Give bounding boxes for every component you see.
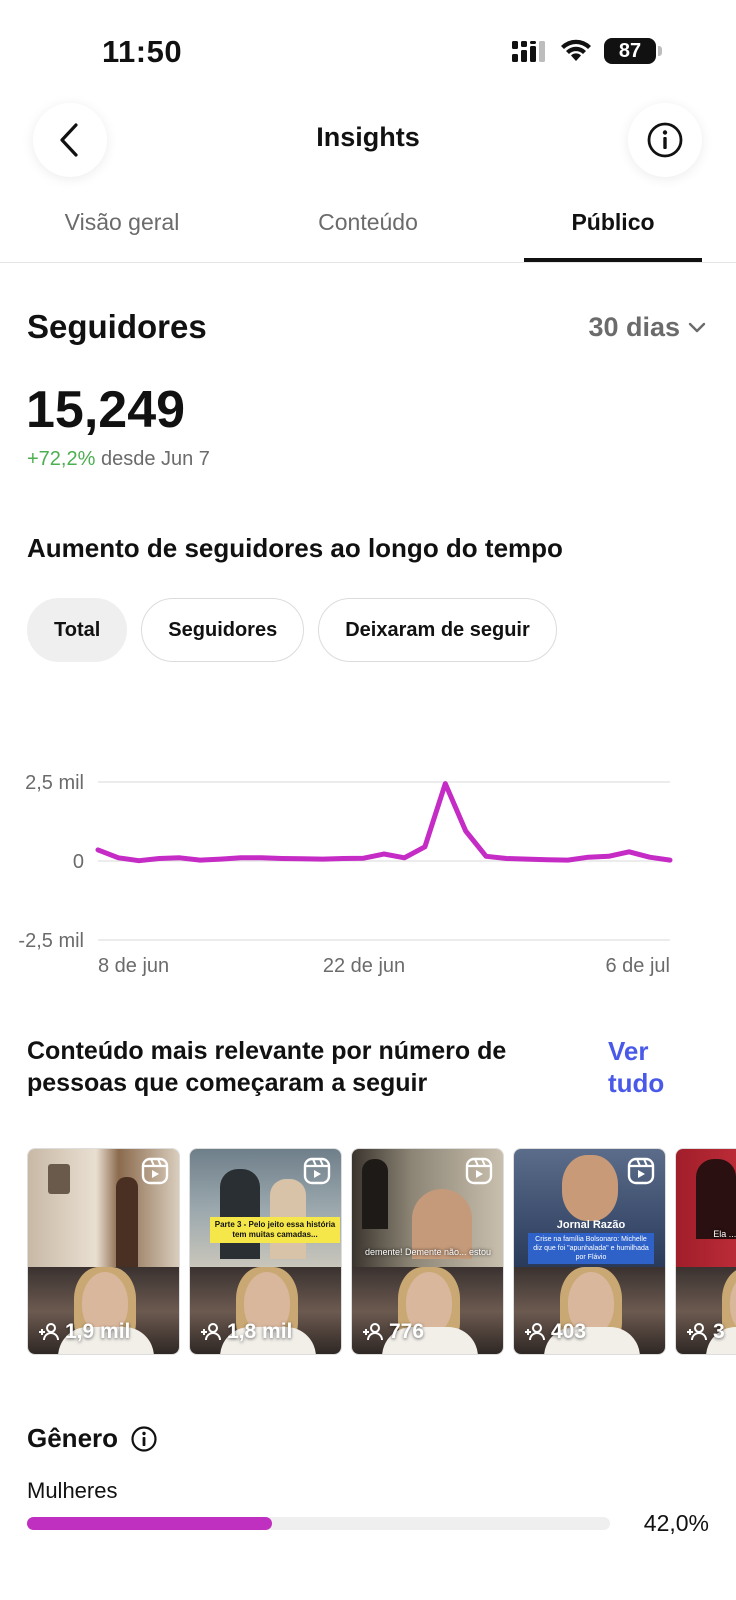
growth-percent: +72,2% [27, 448, 96, 470]
data-point [218, 857, 223, 862]
data-point [463, 828, 468, 833]
news-overlay: Jornal Razão Crise na família Bolsonaro:… [528, 1219, 654, 1264]
data-point [96, 847, 100, 852]
followers-growth-chart: 2,5 mil 0 -2,5 mil 8 de jun 22 de jun 6 de ju… [18, 772, 673, 977]
new-followers-count: 776 [362, 1320, 424, 1344]
gender-women-bar-fill [27, 1517, 272, 1530]
info-icon [647, 122, 683, 158]
data-point [341, 856, 346, 861]
tab-active-indicator [524, 258, 702, 262]
status-time: 11:50 [102, 34, 183, 69]
data-point [279, 856, 284, 861]
data-point [361, 856, 366, 861]
info-icon[interactable] [130, 1425, 158, 1453]
thumbnail-caption: demente! Demente não... estou [364, 1247, 492, 1257]
content-thumbnail[interactable]: Parte 3 - Pelo jeito essa história tem m… [189, 1148, 342, 1355]
content-carousel[interactable]: 1,9 mil Parte 3 - Pelo jeito essa histór… [27, 1148, 736, 1358]
data-point [525, 857, 529, 862]
see-all-link[interactable]: Ver tudo [608, 1035, 708, 1099]
add-person-icon [363, 1323, 383, 1341]
data-point [239, 855, 243, 860]
content-thumbnail[interactable]: 1,9 mil [27, 1148, 180, 1355]
tab-content[interactable]: Conteúdo [278, 209, 458, 236]
add-person-icon [201, 1323, 221, 1341]
chart-filter-chips: Total Seguidores Deixaram de seguir [27, 598, 557, 662]
y-tick-label: -2,5 mil [18, 930, 84, 952]
period-dropdown[interactable]: 30 dias [588, 312, 706, 343]
thumbnail-caption: Parte 3 - Pelo jeito essa história tem m… [210, 1217, 340, 1243]
filter-total[interactable]: Total [27, 598, 128, 662]
x-tick-label: 22 de jun [323, 955, 405, 977]
data-point [668, 858, 672, 863]
battery-indicator: 87 [604, 38, 662, 64]
data-point [136, 858, 141, 863]
page-title: Insights [316, 122, 420, 152]
data-point [586, 855, 591, 860]
chevron-down-icon [688, 322, 706, 332]
add-person-icon [39, 1323, 59, 1341]
filter-unfollowed[interactable]: Deixaram de seguir [318, 598, 557, 662]
wifi-icon [561, 39, 591, 61]
add-person-icon [687, 1323, 707, 1341]
data-point [647, 855, 652, 860]
gender-women-value: 42,0% [643, 1510, 709, 1536]
y-tick-label: 2,5 mil [25, 772, 84, 794]
period-label: 30 dias [588, 312, 680, 342]
info-button[interactable] [628, 103, 702, 177]
tab-audience[interactable]: Público [523, 209, 703, 236]
new-followers-count: 1,8 mil [200, 1320, 292, 1344]
data-point [116, 855, 121, 860]
tab-overview[interactable]: Visão geral [32, 209, 212, 236]
data-point [606, 854, 611, 859]
data-point [422, 844, 427, 849]
data-point [627, 849, 632, 854]
tab-bar: Visão geral Conteúdo Público [0, 205, 736, 263]
x-tick-label: 6 de jul [606, 955, 671, 977]
data-point [300, 856, 305, 861]
filter-followers[interactable]: Seguidores [141, 598, 305, 662]
relevant-content-title: Conteúdo mais relevante por número de pe… [27, 1037, 507, 1097]
growth-chart-title: Aumento de seguidores ao longo do tempo [27, 533, 563, 563]
new-followers-count: 3 [686, 1320, 725, 1344]
data-point [157, 856, 162, 861]
reels-icon [141, 1157, 169, 1185]
reels-icon [627, 1157, 655, 1185]
data-point [443, 781, 448, 786]
followers-growth: +72,2% desde Jun 7 [27, 448, 210, 471]
data-point [177, 855, 182, 860]
gender-women-bar [27, 1517, 610, 1530]
new-followers-count: 1,9 mil [38, 1320, 130, 1344]
data-point [484, 854, 489, 859]
thumbnail-caption: Crise na família Bolsonaro: Michelle diz… [528, 1233, 654, 1264]
x-tick-label: 8 de jun [98, 955, 169, 977]
gender-section-title: Gênero [27, 1423, 158, 1454]
news-channel: Jornal Razão [556, 1219, 626, 1231]
data-point [565, 858, 570, 863]
reels-icon [303, 1157, 331, 1185]
content-thumbnail[interactable]: Jornal Razão Crise na família Bolsonaro:… [513, 1148, 666, 1355]
gender-title: Gênero [27, 1423, 119, 1453]
followers-count: 15,249 [26, 381, 186, 439]
content-thumbnail[interactable]: Ela ... acabou per... 3 [675, 1148, 736, 1355]
followers-title: Seguidores [27, 308, 207, 345]
new-followers-count: 403 [524, 1320, 586, 1344]
gender-women-label: Mulheres [27, 1478, 118, 1503]
growth-since: desde Jun 7 [100, 448, 210, 470]
status-bar: 11:50 87 [0, 0, 736, 100]
data-point [198, 858, 203, 863]
y-tick-label: 0 [73, 851, 84, 873]
status-icons: 87 [512, 38, 662, 64]
signal-icon [512, 41, 545, 62]
data-point [382, 852, 386, 857]
data-point [320, 857, 325, 862]
data-point [504, 856, 509, 861]
content-thumbnail[interactable]: demente! Demente não... estou 776 [351, 1148, 504, 1355]
series-line-total [95, 781, 673, 864]
thumbnail-caption: Ela ... acabou per... [713, 1229, 736, 1239]
data-point [259, 855, 264, 860]
data-point [545, 857, 550, 862]
add-person-icon [525, 1323, 545, 1341]
data-point [402, 855, 407, 860]
reels-icon [465, 1157, 493, 1185]
